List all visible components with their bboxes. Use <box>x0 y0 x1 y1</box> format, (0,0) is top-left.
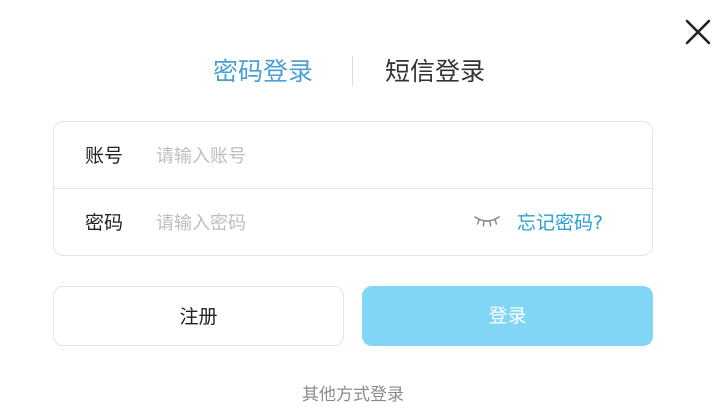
login-tabs: 密码登录 短信登录 <box>0 50 706 94</box>
other-login-link[interactable]: 其他方式登录 <box>0 382 706 408</box>
login-form: 账号 密码 忘记密码? <box>53 121 653 256</box>
account-row: 账号 <box>54 122 652 189</box>
register-button[interactable]: 注册 <box>53 286 344 346</box>
password-input[interactable] <box>156 207 456 239</box>
account-input[interactable] <box>156 140 456 172</box>
tab-divider <box>352 56 353 86</box>
close-icon <box>685 19 711 45</box>
tab-sms-login[interactable]: 短信登录 <box>385 54 485 90</box>
eye-closed-icon[interactable] <box>473 213 501 229</box>
login-button[interactable]: 登录 <box>362 286 653 346</box>
tab-password-login[interactable]: 密码登录 <box>213 54 313 90</box>
password-label: 密码 <box>85 212 124 234</box>
close-button[interactable] <box>682 16 714 48</box>
password-row: 密码 忘记密码? <box>54 189 652 256</box>
account-label: 账号 <box>85 145 124 167</box>
forgot-password-link[interactable]: 忘记密码? <box>517 209 603 237</box>
